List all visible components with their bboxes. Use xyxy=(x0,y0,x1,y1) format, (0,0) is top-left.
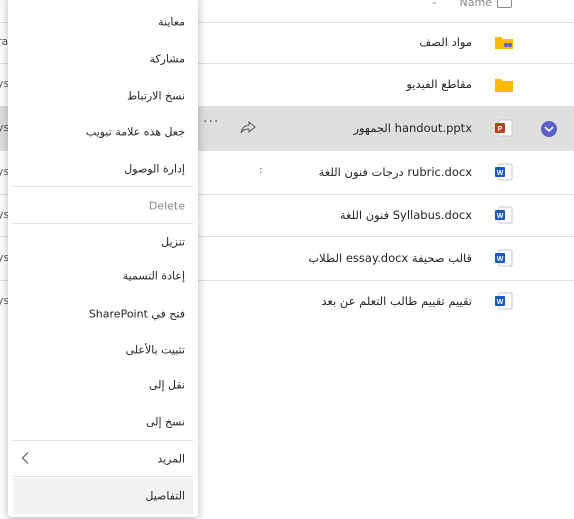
menu-item-make-tab[interactable]: جعل هذه علامة تبويب xyxy=(13,115,193,149)
file-name[interactable]: مقاطع الفيديو xyxy=(406,77,472,91)
menu-item-label: Delete xyxy=(148,199,185,213)
word-file-icon: W xyxy=(494,249,514,271)
svg-text:W: W xyxy=(497,299,504,306)
menu-item-label: معاينة xyxy=(158,15,185,29)
menu-item-label: جعل هذه علامة تبويب xyxy=(85,125,185,139)
checkmark-icon xyxy=(544,126,554,133)
context-menu: معاينة مشاركة نسخ الارتباط جعل هذه علامة… xyxy=(13,0,193,517)
menu-item-share[interactable]: مشاركة xyxy=(13,42,193,76)
menu-item-label: تثبيت بالأعلى xyxy=(125,343,185,357)
svg-text:W: W xyxy=(497,213,504,220)
dot-mark: : xyxy=(259,165,263,176)
menu-item-label: إدارة الوصول xyxy=(124,162,185,176)
menu-item-download[interactable]: تنزيل xyxy=(13,225,193,259)
menu-item-label: تنزيل xyxy=(161,235,185,249)
file-name[interactable]: قالب صحيفة essay.docx الطلاب xyxy=(308,251,472,265)
menu-item-open-in-sharepoint[interactable]: فتح في SharePoint xyxy=(13,297,193,331)
file-name[interactable]: Syllabus.docx فنون اللغة xyxy=(340,208,472,222)
menu-item-details[interactable]: التفاصيل xyxy=(13,478,193,514)
menu-divider xyxy=(13,440,193,441)
word-file-icon: W xyxy=(494,163,514,185)
menu-item-copy-to[interactable]: نسخ إلى xyxy=(13,405,193,439)
menu-item-delete: Delete xyxy=(13,189,193,223)
shared-folder-icon xyxy=(494,34,514,54)
menu-item-more[interactable]: المزيد xyxy=(13,442,193,476)
menu-item-preview[interactable]: معاينة xyxy=(13,5,193,39)
word-file-icon: W xyxy=(494,292,514,314)
share-icon[interactable] xyxy=(240,120,256,139)
menu-item-rename[interactable]: إعادة التسمية xyxy=(13,259,193,293)
svg-text:W: W xyxy=(497,256,504,263)
menu-item-label: التفاصيل xyxy=(145,489,185,503)
svg-text:W: W xyxy=(497,170,504,177)
menu-item-label: نقل إلى xyxy=(148,378,185,392)
word-file-icon: W xyxy=(494,206,514,228)
menu-item-label: مشاركة xyxy=(149,52,185,66)
row-selected-checkbox[interactable] xyxy=(541,121,557,137)
sort-chevron-icon[interactable]: ⌄ xyxy=(430,0,438,7)
menu-divider xyxy=(13,223,193,224)
name-column-header[interactable]: Name xyxy=(460,0,492,9)
more-options-icon[interactable]: ··· xyxy=(203,114,219,130)
menu-item-label: إعادة التسمية xyxy=(122,269,185,283)
menu-item-move-to[interactable]: نقل إلى xyxy=(13,368,193,402)
file-name[interactable]: مواد الصف xyxy=(419,35,472,49)
menu-item-manage-access[interactable]: إدارة الوصول xyxy=(13,152,193,186)
menu-item-label: نسخ إلى xyxy=(145,415,185,429)
folder-icon xyxy=(494,77,514,97)
menu-item-copy-link[interactable]: نسخ الارتباط xyxy=(13,79,193,113)
menu-item-label: فتح في SharePoint xyxy=(88,307,185,321)
menu-item-label: المزيد xyxy=(157,452,185,466)
select-all-checkbox[interactable] xyxy=(497,0,512,8)
file-name[interactable]: rubric.docx درجات فنون اللغة xyxy=(319,165,472,179)
menu-divider xyxy=(13,186,193,187)
powerpoint-file-icon: P xyxy=(494,119,514,141)
menu-item-pin-to-top[interactable]: تثبيت بالأعلى xyxy=(13,333,193,367)
file-name[interactable]: تقييم تقييم طالب التعلم عن بعد xyxy=(321,294,472,308)
menu-item-label: نسخ الارتباط xyxy=(126,89,185,103)
menu-divider xyxy=(13,476,193,477)
chevron-left-icon xyxy=(21,450,29,469)
file-name[interactable]: handout.pptx الجمهور xyxy=(353,121,472,135)
svg-text:P: P xyxy=(498,126,503,133)
